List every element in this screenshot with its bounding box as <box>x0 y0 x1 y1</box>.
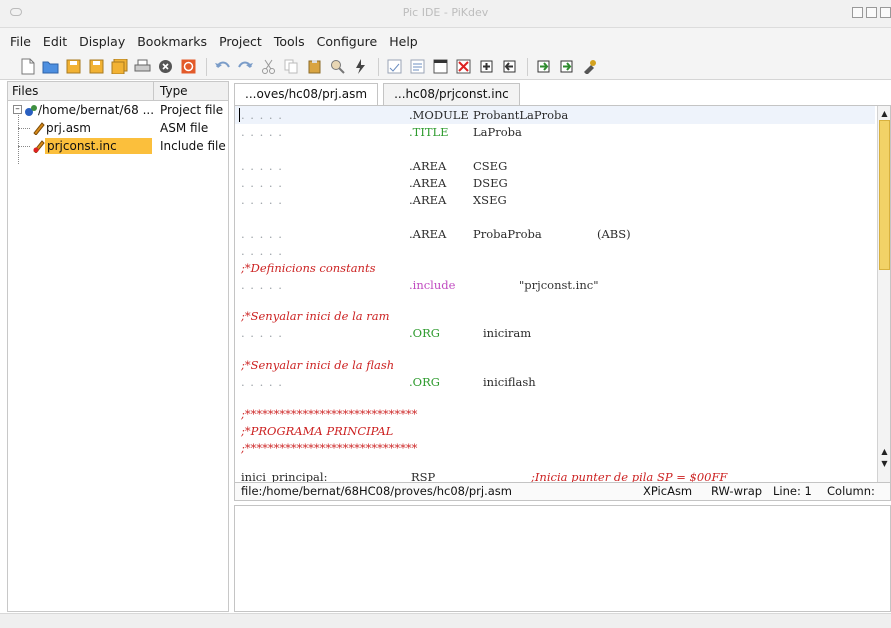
new-file-icon[interactable] <box>18 57 37 76</box>
code-line: . . . . . .ORG iniciflash <box>241 375 536 389</box>
menu-file[interactable]: File <box>10 34 31 49</box>
verify-icon[interactable] <box>580 57 599 76</box>
code-line: . . . . . .AREA DSEG <box>241 176 508 190</box>
comment-line: ;*Definicions constants <box>241 261 376 275</box>
menu-edit[interactable]: Edit <box>43 34 67 49</box>
files-panel-header: Files Type <box>8 82 228 101</box>
code-line: . . . . . <box>241 244 283 258</box>
close-icon[interactable] <box>156 57 175 76</box>
toolbar-separator <box>527 57 528 76</box>
save-as-icon[interactable] <box>87 57 106 76</box>
file-name: prj.asm <box>46 121 91 135</box>
menu-bookmarks[interactable]: Bookmarks <box>137 34 207 49</box>
file-row-prjconst-inc[interactable]: prjconst.inc Include file <box>8 137 228 155</box>
code-line: . . . . . .ORG iniciram <box>241 326 532 340</box>
code-line: . . . . . .MODULE ProbantLaProba <box>241 108 569 122</box>
code-line: . . . . . .AREA CSEG <box>241 159 508 173</box>
tab-prjconst-inc[interactable]: ...hc08/prjconst.inc <box>383 83 520 105</box>
editor-tabs: ...oves/hc08/prj.asm ...hc08/prjconst.in… <box>234 83 525 105</box>
code-line: . . . . . .include "prjconst.inc" <box>241 278 599 292</box>
program-icon[interactable] <box>477 57 496 76</box>
redo-icon[interactable] <box>236 57 255 76</box>
file-type: Include file <box>160 139 226 153</box>
comment-line: ;*Senyalar inici de la flash <box>241 358 395 372</box>
files-panel: Files Type – /home/bernat/68 ... Project… <box>7 81 229 612</box>
copy-icon[interactable] <box>282 57 301 76</box>
file-row-prj-asm[interactable]: prj.asm ASM file <box>8 119 228 137</box>
build-icon[interactable] <box>351 57 370 76</box>
stop-icon[interactable] <box>179 57 198 76</box>
open-file-icon[interactable] <box>41 57 60 76</box>
paste-icon[interactable] <box>305 57 324 76</box>
comment-line: ;****************************** <box>241 441 418 455</box>
close-window-icon[interactable] <box>880 7 891 18</box>
project-new-icon[interactable] <box>385 57 404 76</box>
file-type: ASM file <box>160 121 209 135</box>
asm-file-icon <box>33 122 45 135</box>
assembler-mode: XPicAsm <box>643 484 693 498</box>
code-line: . . . . . .TITLE LaProba <box>241 125 522 139</box>
project-icon <box>25 105 37 116</box>
column-divider[interactable] <box>153 82 154 101</box>
scrollbar-thumb[interactable] <box>879 120 890 270</box>
include-file-icon <box>33 140 45 153</box>
menu-bar: File Edit Display Bookmarks Project Tool… <box>0 28 891 54</box>
save-all-icon[interactable] <box>110 57 129 76</box>
editor-status-bar: file:/home/bernat/68HC08/proves/hc08/prj… <box>234 483 891 501</box>
window-status-bar <box>0 613 891 628</box>
project-open-icon[interactable] <box>408 57 427 76</box>
print-icon[interactable] <box>133 57 152 76</box>
maximize-icon[interactable] <box>866 7 877 18</box>
project-name: /home/bernat/68 ... <box>38 103 155 117</box>
toolbar-separator <box>378 57 379 76</box>
code-line: . . . . . .AREA ProbaProba (ABS) <box>241 227 631 241</box>
file-path: file:/home/bernat/68HC08/proves/hc08/prj… <box>241 484 512 498</box>
project-row[interactable]: /home/bernat/68 ... Project file <box>8 101 228 119</box>
scroll-up-icon[interactable]: ▲ <box>879 446 890 457</box>
minimize-icon[interactable] <box>852 7 863 18</box>
find-icon[interactable] <box>328 57 347 76</box>
comment-line: ;*PROGRAMA PRINCIPAL <box>241 424 394 438</box>
code-editor[interactable]: . . . . . .MODULE ProbantLaProba . . . . .… <box>234 105 891 483</box>
wrap-mode: RW-wrap <box>711 484 763 498</box>
project-add-icon[interactable] <box>431 57 450 76</box>
menu-configure[interactable]: Configure <box>317 34 378 49</box>
code-line: . . . . . .AREA XSEG <box>241 193 507 207</box>
code-line-partial: inici_principal: RSP ;Inicia punter de pil… <box>241 470 728 483</box>
burn-icon[interactable] <box>557 57 576 76</box>
comment-line: ;****************************** <box>241 407 418 421</box>
menu-display[interactable]: Display <box>79 34 125 49</box>
window-title: Pic IDE - PiKdev <box>402 6 489 19</box>
undo-icon[interactable] <box>213 57 232 76</box>
project-type: Project file <box>160 103 224 117</box>
project-remove-icon[interactable] <box>454 57 473 76</box>
menu-project[interactable]: Project <box>219 34 262 49</box>
output-panel[interactable] <box>234 505 891 612</box>
read-icon[interactable] <box>500 57 519 76</box>
tab-prj-asm[interactable]: ...oves/hc08/prj.asm <box>234 83 379 105</box>
cut-icon[interactable] <box>259 57 278 76</box>
vertical-scrollbar[interactable]: ▲ ▲ ▼ <box>877 106 890 482</box>
scroll-down-icon[interactable]: ▼ <box>879 458 890 469</box>
title-bar: Pic IDE - PiKdev <box>0 0 891 28</box>
files-column-header[interactable]: Files <box>12 84 38 98</box>
menu-help[interactable]: Help <box>389 34 418 49</box>
window-controls <box>852 7 891 18</box>
file-name: prjconst.inc <box>47 139 117 153</box>
scroll-up-icon[interactable]: ▲ <box>879 108 890 119</box>
erase-icon[interactable] <box>534 57 553 76</box>
type-column-header[interactable]: Type <box>160 84 188 98</box>
comment-line: ;*Senyalar inici de la ram <box>241 309 390 323</box>
text-cursor <box>239 108 240 122</box>
line-indicator: Line: 1 <box>773 484 812 498</box>
column-indicator: Column: <box>827 484 875 498</box>
toolbar <box>0 54 891 80</box>
save-icon[interactable] <box>64 57 83 76</box>
toolbar-separator <box>206 57 207 76</box>
menu-tools[interactable]: Tools <box>274 34 305 49</box>
